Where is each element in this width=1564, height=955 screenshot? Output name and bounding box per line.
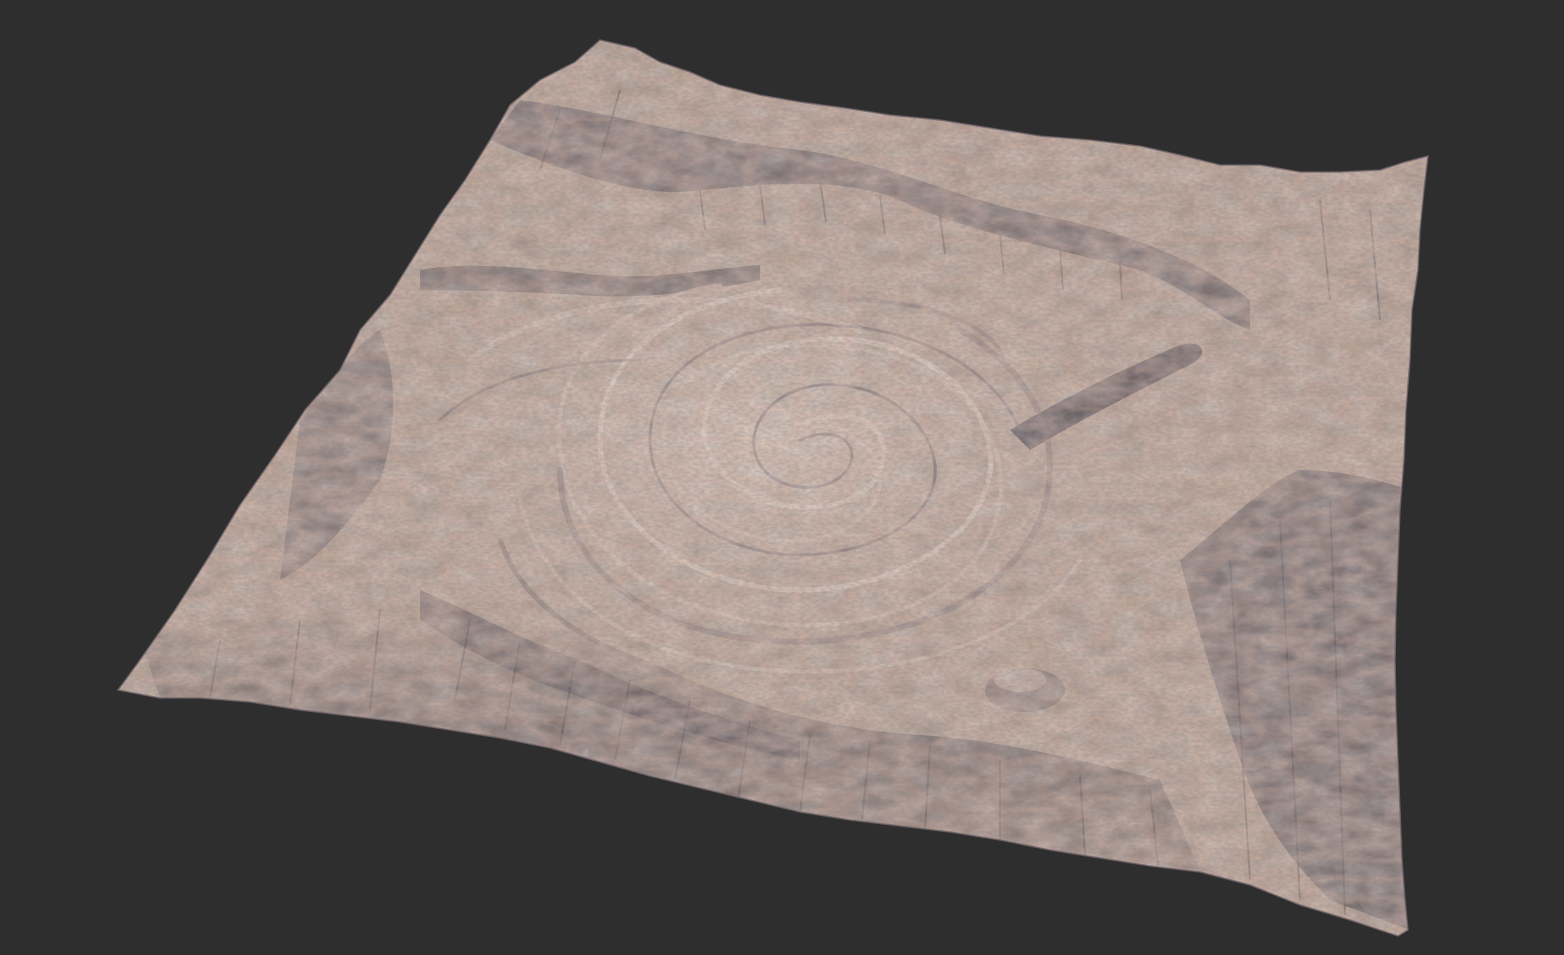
viewport bbox=[0, 0, 1564, 955]
terrain-detail bbox=[118, 40, 1428, 936]
terrain-render bbox=[117, 39, 1429, 937]
